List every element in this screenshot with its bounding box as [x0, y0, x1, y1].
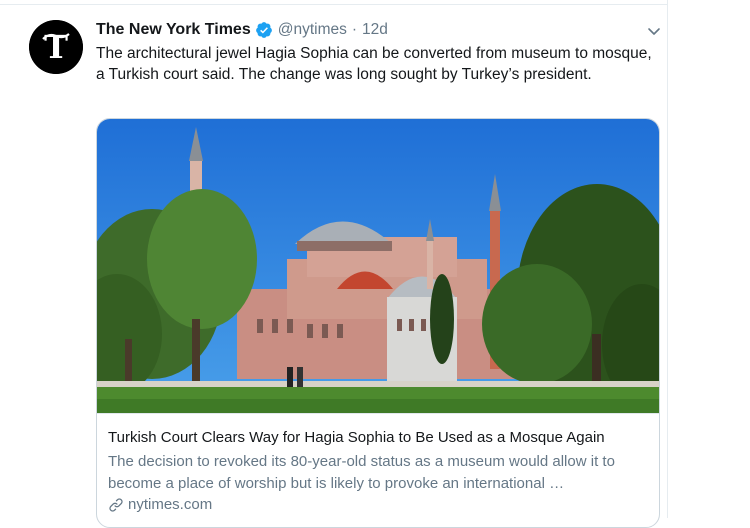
- verified-badge-icon: [255, 21, 273, 39]
- nyt-logo-icon: T: [29, 20, 83, 74]
- display-name[interactable]: The New York Times: [96, 21, 251, 39]
- chevron-down-icon[interactable]: [645, 22, 663, 40]
- timestamp[interactable]: 12d: [362, 21, 388, 39]
- card-domain-text: nytimes.com: [128, 496, 213, 513]
- hagia-sophia-image[interactable]: [97, 119, 660, 413]
- link-card[interactable]: Turkish Court Clears Way for Hagia Sophi…: [96, 118, 660, 528]
- link-icon: [109, 498, 123, 512]
- tweet[interactable]: T The New York Times @nytimes · 12d The …: [0, 0, 668, 528]
- handle[interactable]: @nytimes: [278, 21, 347, 39]
- avatar[interactable]: T: [29, 20, 83, 74]
- tweet-text: The architectural jewel Hagia Sophia can…: [96, 45, 652, 83]
- tweet-header: The New York Times @nytimes · 12d: [96, 20, 388, 40]
- separator-dot: ·: [351, 21, 358, 38]
- svg-text:T: T: [44, 28, 68, 66]
- card-divider: [97, 413, 659, 414]
- card-title[interactable]: Turkish Court Clears Way for Hagia Sophi…: [108, 428, 653, 448]
- card-description: The decision to revoked its 80-year-old …: [108, 453, 615, 492]
- divider: [0, 4, 668, 5]
- card-domain[interactable]: nytimes.com: [108, 495, 212, 515]
